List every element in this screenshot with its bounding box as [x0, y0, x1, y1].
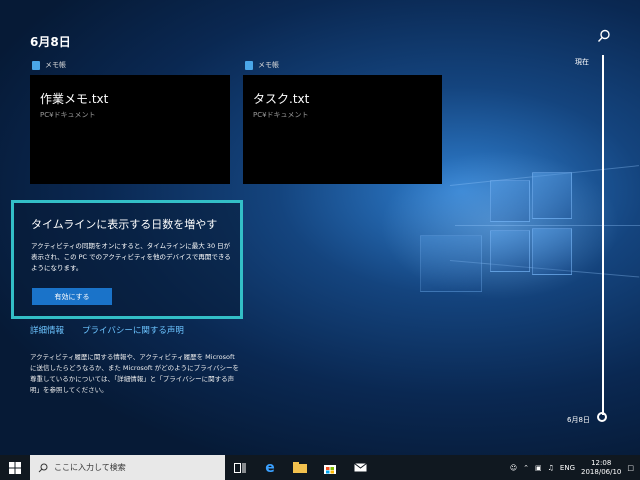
chevron-up-icon[interactable]: ⌃ [523, 464, 529, 472]
card-title: 作業メモ.txt [40, 92, 109, 106]
timeline-now-label: 現在 [575, 58, 589, 66]
wallpaper-window-pane [490, 180, 530, 222]
notepad-icon [32, 60, 40, 70]
wallpaper-window-pane [490, 230, 530, 272]
store-icon[interactable] [315, 455, 345, 480]
system-tray: ☺ ⌃ ▣ ♫ ENG 12:08 2018/06/10 □ [510, 459, 640, 477]
promo-title: タイムラインに表示する日数を増やす [31, 218, 218, 231]
card-subtitle: PC¥ドキュメント [253, 111, 309, 119]
card-subtitle: PC¥ドキュメント [40, 111, 96, 119]
timeline-scrubber-track[interactable] [602, 55, 604, 415]
taskbar: ここに入力して検索 e ☺ ⌃ ▣ ♫ ENG 12:08 2018/06/10… [0, 455, 640, 480]
details-link[interactable]: 詳細情報 [30, 324, 64, 336]
network-icon[interactable]: ▣ [535, 464, 542, 472]
wallpaper-window-pane [532, 172, 572, 219]
windows-logo-icon [9, 461, 21, 474]
card-title: タスク.txt [253, 92, 310, 106]
privacy-link[interactable]: プライバシーに関する声明 [82, 324, 184, 336]
start-button[interactable] [0, 455, 30, 480]
card-app-label: メモ帳 [245, 60, 279, 70]
clock-time: 12:08 [591, 458, 612, 467]
wallpaper-window-pane [532, 228, 572, 275]
mail-icon[interactable] [345, 455, 375, 480]
notepad-icon [245, 60, 253, 70]
card-app-name: メモ帳 [258, 61, 279, 69]
clock[interactable]: 12:08 2018/06/10 [581, 459, 621, 477]
activity-card[interactable]: タスク.txt PC¥ドキュメント [243, 75, 442, 184]
promo-body: アクティビティの同期をオンにすると、タイムラインに最大 30 日が表示され、この… [31, 242, 231, 272]
language-indicator[interactable]: ENG [560, 464, 575, 472]
search-icon [38, 463, 48, 472]
volume-icon[interactable]: ♫ [548, 464, 554, 472]
edge-icon[interactable]: e [255, 455, 285, 480]
wallpaper-light-ray [455, 225, 640, 226]
links-row: 詳細情報 プライバシーに関する声明 [30, 324, 184, 336]
notification-icon[interactable]: □ [627, 464, 634, 472]
card-app-name: メモ帳 [45, 61, 66, 69]
promo-box: タイムラインに表示する日数を増やす アクティビティの同期をオンにすると、タイムラ… [11, 200, 243, 319]
clock-date: 2018/06/10 [581, 467, 622, 476]
search-placeholder: ここに入力して検索 [54, 463, 126, 472]
taskbar-search-box[interactable]: ここに入力して検索 [30, 455, 225, 480]
timeline-date-heading: 6月8日 [30, 35, 71, 49]
card-app-label: メモ帳 [32, 60, 66, 70]
timeline-date-label: 6月8日 [567, 416, 590, 424]
people-icon[interactable]: ☺ [510, 464, 517, 472]
activity-card[interactable]: 作業メモ.txt PC¥ドキュメント [30, 75, 230, 184]
timeline-scrubber-handle[interactable] [597, 412, 607, 422]
task-view-icon[interactable] [225, 455, 255, 480]
enable-button[interactable]: 有効にする [32, 288, 112, 305]
file-explorer-icon[interactable] [285, 455, 315, 480]
wallpaper-window-pane [420, 235, 482, 292]
privacy-description: アクティビティ履歴に関する情報や、アクティビティ履歴を Microsoft に送… [30, 353, 239, 394]
search-icon[interactable] [597, 28, 611, 42]
